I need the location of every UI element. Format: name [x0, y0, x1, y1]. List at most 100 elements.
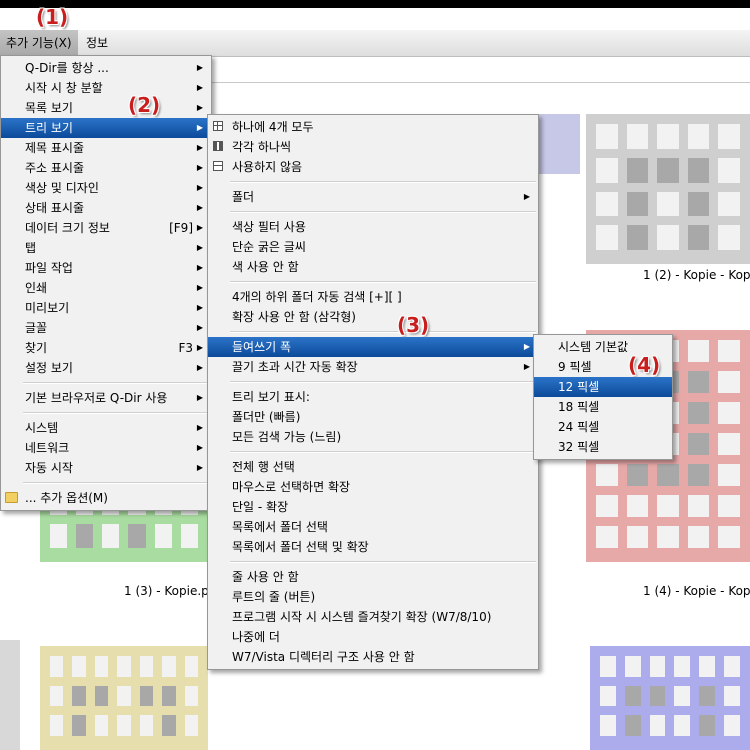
tree-menu-item-6[interactable]: 색상 필터 사용 [208, 217, 538, 237]
thumbnail-cell [649, 685, 666, 707]
tree-menu-item-30[interactable]: W7/Vista 디렉터리 구조 사용 안 함 [208, 647, 538, 667]
thumbnail-cell [76, 523, 94, 548]
main-menu-item-10[interactable]: 파일 작업 ▶ [1, 258, 211, 278]
indent-menu-item-4[interactable]: 24 픽셀 [534, 417, 672, 437]
main-menu-item-15[interactable]: 설정 보기 ▶ [1, 358, 211, 378]
thumbnail-bottom-yellow[interactable] [40, 646, 208, 750]
tree-menu-item-23[interactable]: 목록에서 폴더 선택 [208, 517, 538, 537]
tree-menu-item-7[interactable]: 단순 굵은 글씨 [208, 237, 538, 257]
menu-item-label: 주소 표시줄 [25, 161, 85, 175]
thumbnail-cell [724, 656, 740, 677]
menu-info[interactable]: 정보 [80, 30, 114, 56]
main-menu-item-7[interactable]: 상태 표시줄 ▶ [1, 198, 211, 218]
callout-2: (2) [128, 93, 161, 117]
tree-menu-item-10[interactable]: 4개의 하위 폴더 자동 검색 [+][ ] [208, 287, 538, 307]
thumbnail-cell [687, 526, 710, 548]
main-menu-item-13[interactable]: 글꼴 ▶ [1, 318, 211, 338]
main-menu-item-23[interactable]: ... 추가 옵션(M) [1, 488, 211, 508]
thumbnail-cell [596, 191, 618, 217]
tree-menu-item-1[interactable]: 각각 하나씩 [208, 137, 538, 157]
tree-menu-item-21[interactable]: 마우스로 선택하면 확장 [208, 477, 538, 497]
window-top-edge [0, 0, 750, 8]
menu-extra-functions[interactable]: 추가 기능(X) [0, 30, 78, 56]
thumbnail-cell [139, 656, 154, 677]
indent-menu-item-2[interactable]: 12 픽셀 [534, 377, 672, 397]
menu-item-label: 트리 보기 [25, 121, 73, 135]
main-menu-item-4[interactable]: 제목 표시줄 ▶ [1, 138, 211, 158]
menu-separator [23, 482, 209, 484]
thumbnail-cell [657, 124, 679, 149]
menu-bar: 추가 기능(X) 정보 [0, 30, 750, 57]
tree-menu-item-4[interactable]: 폴더 ▶ [208, 187, 538, 207]
thumbnail-bottom-left[interactable] [0, 640, 20, 750]
tree-menu-item-28[interactable]: 프로그램 시작 시 시스템 즐겨찾기 확장 (W7/8/10) [208, 607, 538, 627]
tree-menu-item-17[interactable]: 폴더만 (빠름) [208, 407, 538, 427]
main-menu-item-21[interactable]: 자동 시작 ▶ [1, 458, 211, 478]
menu-separator [230, 451, 536, 453]
menu-item-label: 폴더만 (빠름) [232, 410, 301, 424]
indent-menu-item-5[interactable]: 32 픽셀 [534, 437, 672, 457]
grid-split-icon [213, 141, 223, 151]
main-menu-item-11[interactable]: 인쇄 ▶ [1, 278, 211, 298]
main-menu-item-8[interactable]: 데이터 크기 정보 [F9] ▶ [1, 218, 211, 238]
main-menu-item-6[interactable]: 색상 및 디자인 ▶ [1, 178, 211, 198]
tree-menu-item-8[interactable]: 색 사용 안 함 [208, 257, 538, 277]
thumbnail-cell [718, 340, 740, 362]
main-menu-item-3[interactable]: 트리 보기 ▶ [1, 118, 211, 138]
thumbnail-top-right[interactable] [586, 114, 750, 264]
thumbnail-cell [718, 124, 740, 149]
submenu-arrow-icon: ▶ [523, 362, 530, 371]
main-menu-item-19[interactable]: 시스템 ▶ [1, 418, 211, 438]
tree-menu-item-16[interactable]: 트리 보기 표시: [208, 387, 538, 407]
tree-menu-item-20[interactable]: 전체 행 선택 [208, 457, 538, 477]
menu-item-label: 파일 작업 [25, 261, 73, 275]
tree-menu-item-0[interactable]: 하나에 4개 모두 [208, 117, 538, 137]
main-menu-item-2[interactable]: 목록 보기 ▶ [1, 98, 211, 118]
main-menu-item-9[interactable]: 탭 ▶ [1, 238, 211, 258]
tree-menu-item-22[interactable]: 단일 - 확장 [208, 497, 538, 517]
thumbnail-cell [162, 685, 176, 707]
tree-menu-item-29[interactable]: 나중에 더 [208, 627, 538, 647]
menu-item-label: 확장 사용 안 함 (삼각형) [232, 310, 356, 324]
thumbnail-cell [72, 656, 86, 677]
grid-none-icon [213, 161, 223, 171]
menu-item-label: 끌기 초과 시간 자동 확장 [232, 360, 358, 374]
menu-item-label: 줄 사용 안 함 [232, 570, 299, 584]
menu-item-label: 단순 굵은 글씨 [232, 240, 306, 254]
thumbnail-cell [657, 464, 679, 486]
tree-menu-item-18[interactable]: 모든 검색 가능 (느림) [208, 427, 538, 447]
tree-menu-item-13[interactable]: 들여쓰기 폭 ▶ [208, 337, 538, 357]
thumbnail-cell [687, 371, 710, 393]
tree-menu-item-26[interactable]: 줄 사용 안 함 [208, 567, 538, 587]
thumbnail-cell [596, 495, 618, 517]
indent-menu-item-3[interactable]: 18 픽셀 [534, 397, 672, 417]
menu-item-label: 목록에서 폴더 선택 및 확장 [232, 540, 369, 554]
submenu-arrow-icon: ▶ [196, 263, 203, 272]
thumbnail-bottom-blue[interactable] [590, 646, 750, 750]
main-menu-item-0[interactable]: Q-Dir를 항상 ... ▶ [1, 58, 211, 78]
submenu-arrow-icon: ▶ [196, 203, 203, 212]
main-menu-item-5[interactable]: 주소 표시줄 ▶ [1, 158, 211, 178]
main-menu-item-12[interactable]: 미리보기 ▶ [1, 298, 211, 318]
grid-four-icon [213, 121, 223, 131]
callout-1: (1) [36, 5, 69, 29]
main-menu-item-17[interactable]: 기본 브라우저로 Q-Dir 사용 ▶ [1, 388, 211, 408]
thumbnail-cell [626, 191, 649, 217]
tree-menu-item-11[interactable]: 확장 사용 안 함 (삼각형) [208, 307, 538, 327]
menu-separator [230, 181, 536, 183]
main-menu-item-14[interactable]: 찾기 F3 ▶ [1, 338, 211, 358]
main-menu-item-1[interactable]: 시작 시 창 분할 ▶ [1, 78, 211, 98]
tree-menu-item-14[interactable]: 끌기 초과 시간 자동 확장 ▶ [208, 357, 538, 377]
tree-menu-item-27[interactable]: 루트의 줄 (버튼) [208, 587, 538, 607]
tree-menu-item-24[interactable]: 목록에서 폴더 선택 및 확장 [208, 537, 538, 557]
menu-separator [230, 561, 536, 563]
submenu-arrow-icon: ▶ [196, 283, 203, 292]
submenu-arrow-icon: ▶ [196, 463, 203, 472]
thumbnail-cell [687, 495, 710, 517]
thumbnail-cell [596, 225, 618, 250]
thumbnail-cell [657, 157, 679, 183]
main-menu-item-20[interactable]: 네트워크 ▶ [1, 438, 211, 458]
submenu-arrow-icon: ▶ [196, 123, 203, 132]
tree-menu-item-2[interactable]: 사용하지 않음 [208, 157, 538, 177]
menu-item-label: 마우스로 선택하면 확장 [232, 480, 351, 494]
